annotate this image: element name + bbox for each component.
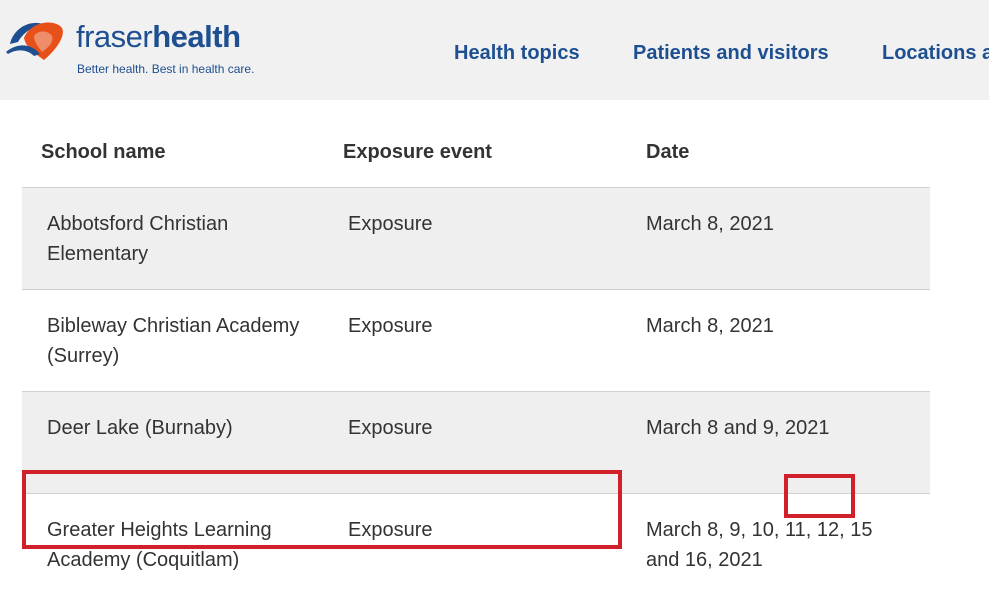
highlight-box-school (22, 470, 622, 549)
logo-wordmark-bold: health (152, 19, 241, 54)
site-header: fraserhealth Better health. Best in heal… (0, 0, 989, 100)
column-header-school-name: School name (41, 141, 166, 163)
school-name-cell: Bibleway Christian Academy (Surrey) (47, 315, 300, 367)
logo-wordmark-light: fraser (76, 19, 153, 54)
date-cell: March 8, 2021 (646, 213, 774, 235)
school-name-cell: Abbotsford Christian Elementary (47, 213, 229, 265)
table-row: Abbotsford Christian Elementary Exposure… (22, 188, 930, 290)
logo-wordmark[interactable]: fraserhealth (76, 18, 241, 56)
exposure-event-cell: Exposure (348, 213, 433, 235)
date-cell: March 8, 2021 (646, 315, 774, 337)
table-header-row: School name Exposure event Date (22, 118, 930, 188)
highlight-box-dates (784, 474, 855, 518)
fraserhealth-logo-icon[interactable] (4, 14, 70, 64)
date-cell: March 8, 9, 10, 11, 12, 15 and 16, 2021 (646, 519, 873, 571)
column-header-exposure-event: Exposure event (343, 141, 492, 163)
nav-locations[interactable]: Locations a (882, 42, 989, 65)
date-cell: March 8 and 9, 2021 (646, 417, 830, 439)
school-name-cell: Deer Lake (Burnaby) (47, 417, 233, 439)
nav-health-topics[interactable]: Health topics (454, 42, 580, 65)
column-header-date: Date (646, 141, 690, 163)
table-row: Bibleway Christian Academy (Surrey) Expo… (22, 290, 930, 392)
nav-patients-and-visitors[interactable]: Patients and visitors (633, 42, 829, 65)
logo-tagline: Better health. Best in health care. (77, 62, 255, 76)
exposure-event-cell: Exposure (348, 315, 433, 337)
exposure-event-cell: Exposure (348, 417, 433, 439)
